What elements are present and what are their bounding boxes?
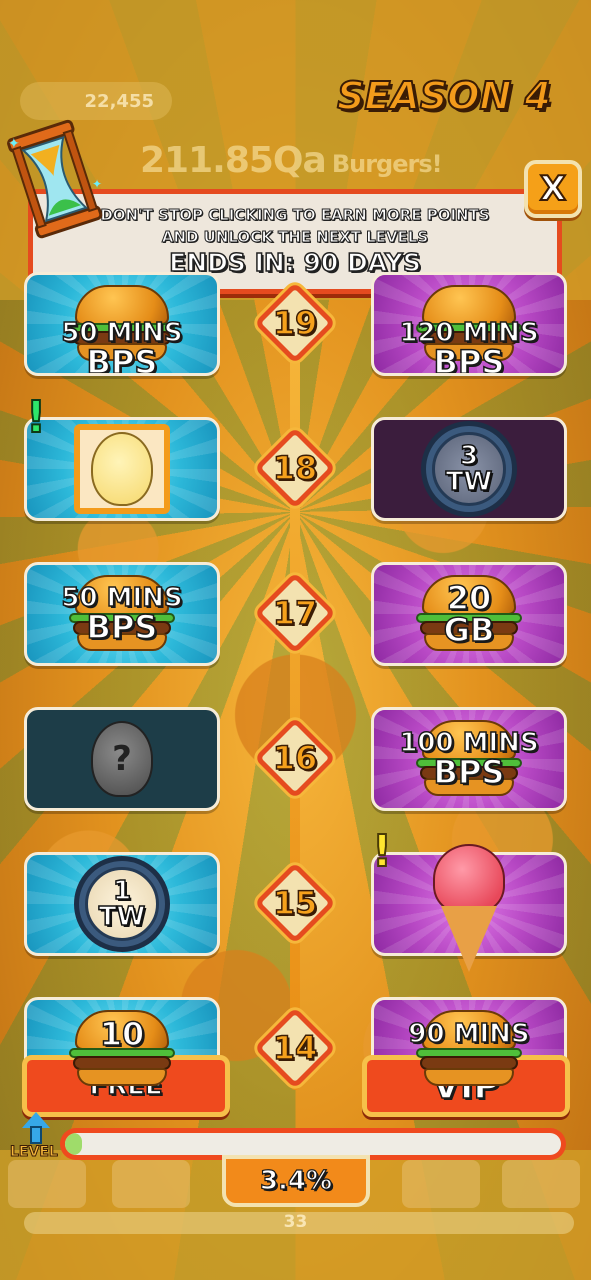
background-level-number: 33 xyxy=(283,1212,308,1232)
clock-unit: TW xyxy=(445,467,493,497)
mystery-avatar-icon: ? xyxy=(91,721,153,797)
level-number: 18 xyxy=(272,448,318,488)
free-reward-tile[interactable] xyxy=(24,417,220,521)
banner-line-2: AND UNLOCK THE NEXT LEVELS xyxy=(161,228,429,247)
burger-total-amount: 211.85Qa xyxy=(140,140,327,181)
svg-text:✦: ✦ xyxy=(92,177,102,191)
progress-fill xyxy=(65,1133,82,1155)
level-marker: 16 xyxy=(253,716,337,800)
reward-line-1: 90 MINS xyxy=(408,1019,531,1049)
banner-line-1: DON'T STOP CLICKING TO EARN MORE POINTS xyxy=(100,206,490,225)
reward-label: 50 MINS BPS xyxy=(61,584,184,646)
reward-label: 10 xyxy=(99,1015,145,1053)
alert-icon: ! xyxy=(25,391,47,444)
clock-unit: TW xyxy=(98,902,146,932)
trophy-icon xyxy=(502,1160,580,1208)
score-counter: 22,455 xyxy=(20,82,172,120)
reward-line-2: BPS xyxy=(433,753,505,791)
vip-reward-tile[interactable]: 20 GB xyxy=(371,562,567,666)
free-reward-tile[interactable]: 1 TW xyxy=(24,852,220,956)
avatar-frame-icon xyxy=(74,424,170,514)
clock-value: 3 xyxy=(459,441,479,471)
reward-label: 90 MINS xyxy=(408,1019,531,1049)
hourglass-icon: ✦ ✦ xyxy=(7,119,103,239)
level-marker: 18 xyxy=(253,426,337,510)
level-marker: 14 xyxy=(253,1006,337,1090)
progress-percent: 3.4% xyxy=(222,1155,370,1207)
free-reward-tile[interactable]: 50 MINS BPS xyxy=(24,272,220,376)
free-reward-tile[interactable]: 50 MINS BPS xyxy=(24,562,220,666)
reward-label: 50 MINS BPS xyxy=(61,319,184,376)
vip-reward-tile-locked[interactable]: 3 TW xyxy=(371,417,567,521)
clock-icon: 3 TW xyxy=(421,421,517,517)
vip-reward-tile[interactable]: 100 MINS BPS xyxy=(371,707,567,811)
alert-icon: ! xyxy=(371,825,393,878)
level-number: 14 xyxy=(272,1028,318,1068)
reward-label: 100 MINS BPS xyxy=(399,729,540,791)
vip-reward-tile[interactable]: 120 MINS BPS xyxy=(371,272,567,376)
reward-line-1: 20 xyxy=(446,579,492,617)
level-number: 16 xyxy=(272,738,318,778)
level-number: 15 xyxy=(272,883,318,923)
level-label: LEVEL xyxy=(10,1144,59,1161)
reward-line-1: 10 xyxy=(99,1015,145,1053)
clock-icon: 1 TW xyxy=(74,856,170,952)
svg-text:✦: ✦ xyxy=(8,136,20,152)
level-track xyxy=(290,300,300,1090)
burger-total-unit: Burgers! xyxy=(331,150,443,178)
season-title: SEASON 4 xyxy=(336,73,552,119)
reward-line-2: BPS xyxy=(86,343,158,376)
reward-line-2: BPS xyxy=(433,343,505,376)
reward-label: 20 GB xyxy=(443,579,495,649)
ice-cream-icon xyxy=(429,844,509,974)
clock-value: 1 xyxy=(112,876,132,906)
avatar-head-icon xyxy=(91,432,153,506)
progress-track xyxy=(65,1133,561,1155)
level-number: 19 xyxy=(272,303,318,343)
store-icon xyxy=(112,1160,190,1208)
reward-line-2: GB xyxy=(443,611,495,649)
vip-reward-tile[interactable] xyxy=(371,844,567,972)
level-number: 17 xyxy=(272,593,318,633)
reward-line-2: BPS xyxy=(86,608,158,646)
free-reward-tile-locked[interactable]: ? xyxy=(24,707,220,811)
chef-icon xyxy=(402,1160,480,1208)
level-marker: 15 xyxy=(253,861,337,945)
banner-ends-in: ENDS IN: 90 DAYS xyxy=(168,248,421,277)
level-marker: 19 xyxy=(253,281,337,365)
reward-label: 120 MINS BPS xyxy=(399,319,540,376)
burger-total: 211.85Qa Burgers! xyxy=(140,140,443,181)
level-up-icon: LEVEL xyxy=(10,1112,66,1172)
level-marker: 17 xyxy=(253,571,337,655)
close-button[interactable]: X xyxy=(524,160,582,218)
